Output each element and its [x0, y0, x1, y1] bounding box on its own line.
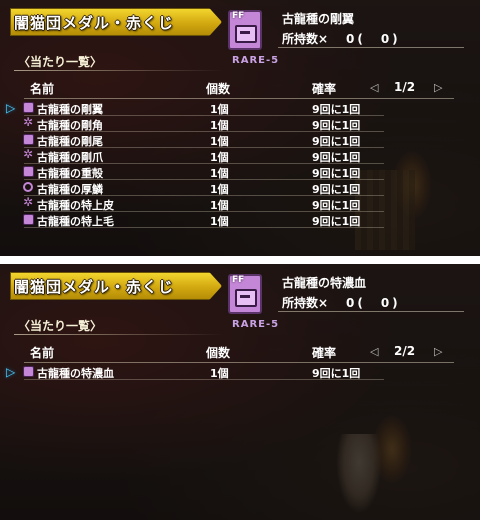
selection-cursor-icon: ▷: [6, 365, 16, 379]
lottery-title: 闇猫団メダル・赤くじ: [14, 14, 175, 32]
rarity-label: RARE-5: [232, 55, 280, 66]
rarity-label: RARE-5: [232, 319, 280, 330]
owned-count-value: 0( 0): [346, 32, 401, 46]
divider: [278, 311, 464, 312]
results-list: ▷ 古龍種の特濃血 1個 9回に1回: [0, 364, 480, 380]
medal-icon: [23, 214, 34, 225]
claw-icon: ✲: [23, 147, 34, 161]
divider: [14, 70, 224, 71]
results-list-heading: 〈当たり一覧〉: [18, 319, 103, 333]
medal-icon: FF: [228, 10, 262, 50]
list-item[interactable]: ✲ 古龍種の特上皮 1個 9回に1回: [0, 196, 480, 212]
lottery-title: 闇猫団メダル・赤くじ: [14, 278, 175, 296]
previous-page-arrow-icon[interactable]: ◁: [370, 345, 378, 358]
previous-page-arrow-icon[interactable]: ◁: [370, 81, 378, 94]
page-indicator: 2/2: [394, 344, 416, 358]
list-item[interactable]: ✲ 古龍種の剛爪 1個 9回に1回: [0, 148, 480, 164]
bottom-screen: 闇猫団メダル・赤くじ 〈当たり一覧〉 FF RARE-5 古龍種の特濃血 所持数…: [0, 264, 480, 520]
row-divider: [24, 379, 384, 380]
item-badge: FF: [232, 275, 245, 285]
list-item[interactable]: ▷ 古龍種の剛翼 1個 9回に1回: [0, 100, 480, 116]
column-header-quantity: 個数: [206, 346, 231, 360]
column-header-name: 名前: [30, 82, 55, 96]
divider: [24, 362, 454, 363]
results-list: ▷ 古龍種の剛翼 1個 9回に1回 ✲ 古龍種の剛角 1個 9回に1回 古龍種の…: [0, 100, 480, 228]
owned-count-label: 所持数×: [282, 32, 329, 46]
medal-icon: FF: [228, 274, 262, 314]
selection-cursor-icon: ▷: [6, 101, 16, 115]
scale-icon: [23, 182, 33, 192]
results-list-heading: 〈当たり一覧〉: [18, 55, 103, 69]
divider: [278, 47, 464, 48]
column-header-rate: 確率: [312, 346, 337, 360]
top-screen: 闇猫団メダル・赤くじ 〈当たり一覧〉 FF RARE-5 古龍種の剛翼 所持数×…: [0, 0, 480, 256]
claw-icon: ✲: [23, 195, 34, 209]
column-header-rate: 確率: [312, 82, 337, 96]
divider: [24, 98, 454, 99]
list-item[interactable]: ✲ 古龍種の剛角 1個 9回に1回: [0, 116, 480, 132]
divider: [14, 334, 224, 335]
list-item[interactable]: 古龍種の厚鱗 1個 9回に1回: [0, 180, 480, 196]
page-indicator: 1/2: [394, 80, 416, 94]
list-item[interactable]: 古龍種の特上毛 1個 9回に1回: [0, 212, 480, 228]
medal-icon: [23, 166, 34, 177]
medal-icon: [23, 366, 34, 377]
screen-divider: [0, 256, 480, 264]
claw-icon: ✲: [23, 115, 34, 129]
column-header-name: 名前: [30, 346, 55, 360]
next-page-arrow-icon[interactable]: ▷: [434, 345, 442, 358]
column-header-quantity: 個数: [206, 82, 231, 96]
medal-icon: [23, 102, 34, 113]
owned-count-value: 0( 0): [346, 296, 401, 310]
selected-item-name: 古龍種の剛翼: [282, 12, 355, 26]
owned-count-label: 所持数×: [282, 296, 329, 310]
next-page-arrow-icon[interactable]: ▷: [434, 81, 442, 94]
medal-icon-body: [235, 289, 257, 307]
list-item[interactable]: 古龍種の剛尾 1個 9回に1回: [0, 132, 480, 148]
item-badge: FF: [232, 11, 245, 21]
list-item[interactable]: 古龍種の重殻 1個 9回に1回: [0, 164, 480, 180]
medal-icon-body: [235, 25, 257, 43]
row-divider: [24, 227, 384, 228]
list-item[interactable]: ▷ 古龍種の特濃血 1個 9回に1回: [0, 364, 480, 380]
selected-item-name: 古龍種の特濃血: [282, 276, 367, 290]
medal-icon: [23, 134, 34, 145]
